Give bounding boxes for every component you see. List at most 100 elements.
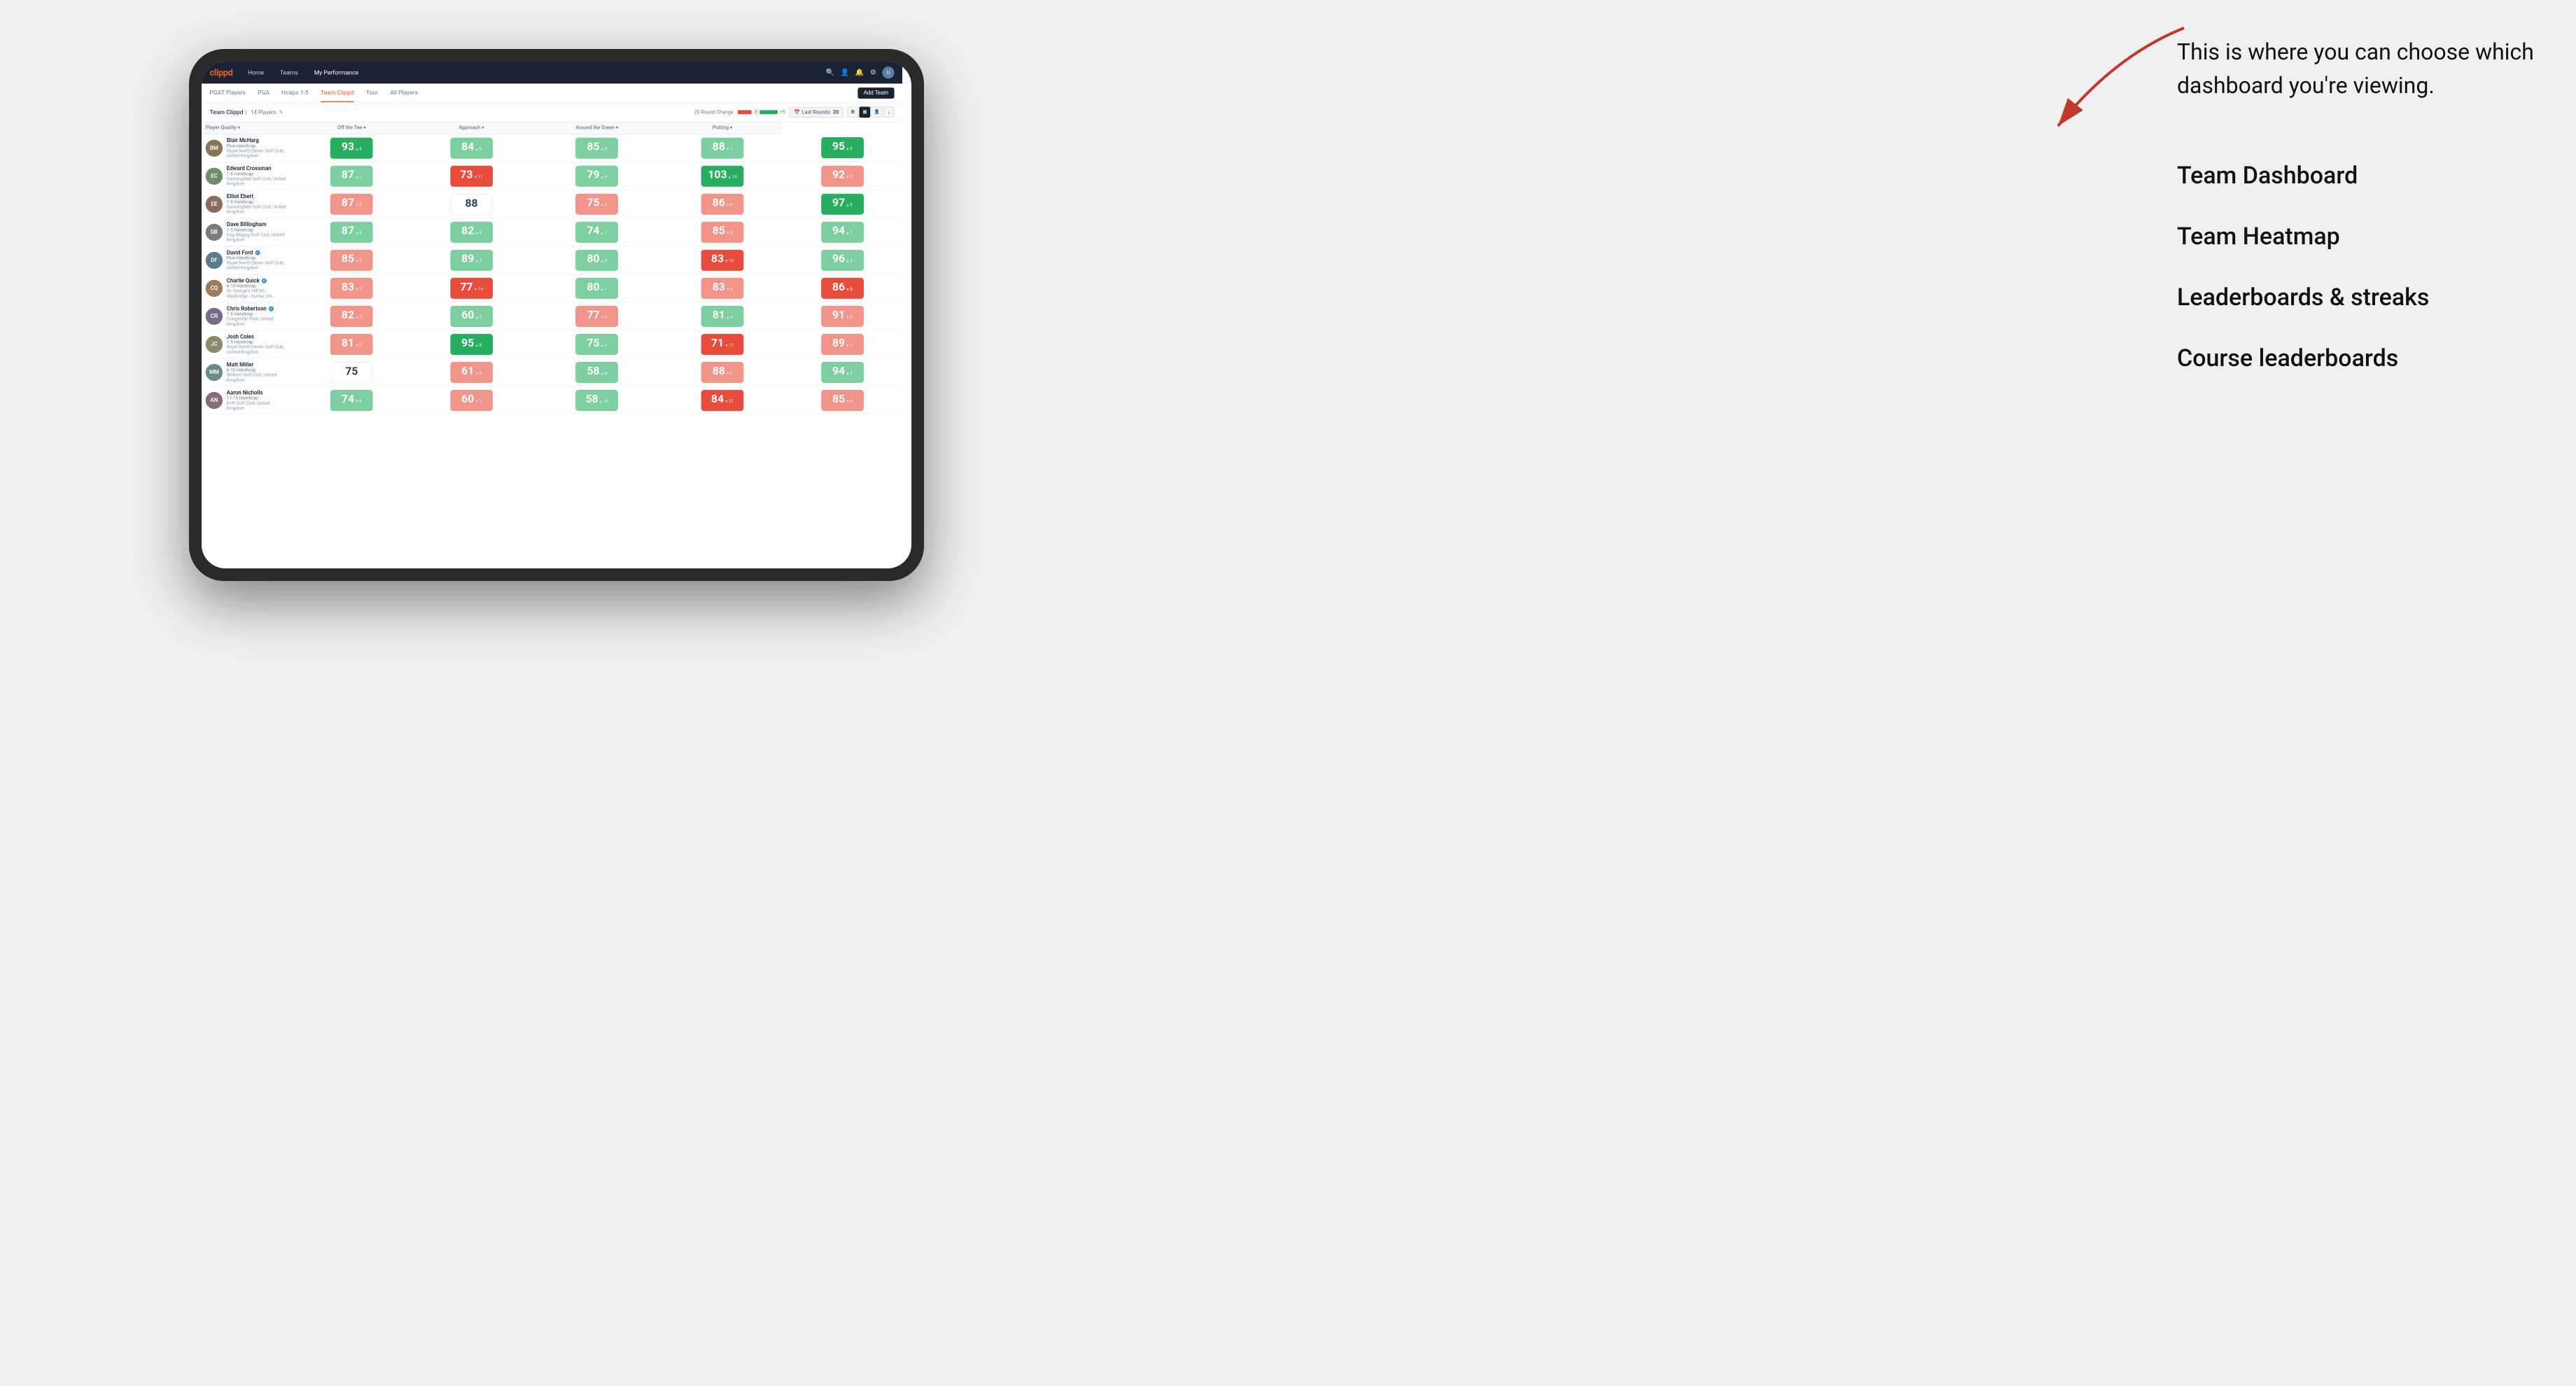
player-name: Aaron Nicholls — [227, 389, 288, 396]
table-row[interactable]: JCJosh Coles1-5 HandicapRoyal North Devo… — [202, 330, 902, 358]
table-row[interactable]: CQCharlie Quick✓6-10 HandicapSt. George'… — [202, 274, 902, 302]
table-row[interactable]: BMBlair McHargPlus HandicapRoyal North D… — [202, 134, 902, 162]
player-cell: BMBlair McHargPlus HandicapRoyal North D… — [202, 134, 292, 162]
player-name: David Ford✓ — [227, 249, 288, 255]
score-around-green: 853 — [663, 218, 783, 246]
view-player-icon[interactable]: 👤 — [872, 106, 883, 118]
table-row[interactable]: ANAaron Nicholls11-15 HandicapDrift Golf… — [202, 386, 902, 414]
player-avatar: CQ — [206, 279, 223, 296]
arrow-up-icon — [475, 230, 479, 235]
view-toggle-icons: ⊞ ▦ 👤 ↓ — [847, 106, 894, 118]
col-header-off-tee[interactable]: Off the Tee ▾ — [292, 122, 412, 134]
col-header-approach[interactable]: Approach ▾ — [412, 122, 531, 134]
nav-link-performance[interactable]: My Performance — [311, 67, 361, 78]
score-value: 89 — [832, 337, 845, 349]
score-value: 85 — [587, 141, 599, 153]
arrow-up-icon — [846, 146, 849, 151]
score-approach: 741 — [531, 218, 662, 246]
score-box: 923 — [821, 165, 864, 186]
table-row[interactable]: DFDavid Ford✓Plus HandicapRoyal North De… — [202, 246, 902, 274]
score-change: 1 — [355, 174, 361, 179]
score-box: 75 — [330, 362, 373, 383]
score-change: 14 — [474, 286, 483, 291]
table-row[interactable]: EEElliot Ebert1-5 HandicapSunningdale Go… — [202, 190, 902, 218]
dashboard-option-leaderboards: Leaderboards & streaks — [2177, 280, 2541, 316]
col-header-around-green[interactable]: Around the Green ▾ — [531, 122, 662, 134]
arrow-up-icon — [475, 314, 479, 319]
subnav-all-players[interactable]: All Players — [390, 83, 418, 102]
score-box: 941 — [821, 221, 864, 242]
player-info: David Ford✓Plus HandicapRoyal North Devo… — [227, 249, 288, 271]
table-row[interactable]: MMMatt Miller6-10 HandicapWoburn Golf Cl… — [202, 358, 902, 386]
last-rounds-button[interactable]: 📅 Last Rounds: 20 — [790, 107, 844, 118]
player-name: Edward Crossman — [227, 165, 288, 172]
arrow-down-icon — [724, 258, 728, 263]
nav-link-teams[interactable]: Teams — [277, 67, 301, 78]
score-box: 741 — [575, 221, 618, 242]
view-grid-icon[interactable]: ⊞ — [847, 106, 858, 118]
score-player-quality: 813 — [292, 330, 412, 358]
score-box: 803 — [575, 249, 618, 270]
add-team-button[interactable]: Add Team — [858, 88, 894, 99]
subnav-tour[interactable]: Tour — [366, 83, 378, 102]
player-avatar: EE — [206, 195, 223, 212]
score-box: 814 — [701, 306, 744, 327]
score-around-green: 8310 — [663, 246, 783, 274]
score-box: 88 — [450, 193, 493, 214]
subnav-hcaps[interactable]: Hcaps 1-5 — [281, 83, 309, 102]
player-cell: MMMatt Miller6-10 HandicapWoburn Golf Cl… — [202, 358, 292, 386]
score-change: 3 — [601, 314, 607, 319]
subnav-pga[interactable]: PGA — [258, 83, 270, 102]
table-row[interactable]: CRChris Robertson✓1-5 HandicapCraigmilla… — [202, 302, 902, 330]
bell-icon[interactable]: 🔔 — [855, 69, 864, 76]
score-box: 7311 — [450, 165, 493, 186]
arrow-up-icon — [355, 174, 358, 179]
subnav-team-clippd[interactable]: Team Clippd — [321, 83, 354, 102]
arrow-up-icon — [599, 399, 603, 404]
view-download-icon[interactable]: ↓ — [883, 106, 895, 118]
round-change-label: 20 Round Change — [694, 109, 733, 115]
search-icon[interactable]: 🔍 — [826, 69, 834, 76]
score-value: 74 — [587, 225, 599, 237]
nav-link-home[interactable]: Home — [245, 67, 267, 78]
arrow-down-icon — [475, 371, 479, 376]
user-icon[interactable]: 👤 — [841, 69, 849, 76]
score-change: 2 — [475, 314, 482, 319]
player-info: Chris Robertson✓1-5 HandicapCraigmillar … — [227, 305, 288, 327]
score-value: 91 — [832, 309, 845, 321]
arrow-down-icon — [355, 286, 358, 291]
team-player-count: 14 Players — [251, 109, 276, 115]
score-value: 93 — [342, 141, 354, 153]
score-putting: 943 — [783, 358, 902, 386]
subnav-pgat[interactable]: PGAT Players — [209, 83, 245, 102]
player-handicap: 6-10 Handicap — [227, 284, 288, 288]
view-table-icon[interactable]: ▦ — [860, 106, 871, 118]
table-row[interactable]: DBDave Billingham1-5 HandicapGog Magog G… — [202, 218, 902, 246]
player-avatar: MM — [206, 364, 223, 381]
arrow-down-icon — [475, 399, 479, 404]
score-change: 4 — [726, 314, 732, 319]
verified-badge: ✓ — [255, 250, 260, 255]
dashboard-option-team: Team Dashboard — [2177, 158, 2541, 194]
score-value: 77 — [460, 281, 472, 293]
player-club: Royal North Devon Golf Club, United King… — [227, 345, 288, 355]
score-player-quality: 934 — [292, 134, 412, 162]
table-row[interactable]: ECEdward Crossman1-5 HandicapSunningdale… — [202, 162, 902, 190]
col-header-player[interactable]: Player Quality ▾ — [202, 122, 292, 134]
bar-negative — [737, 110, 751, 114]
arrow-down-icon — [726, 230, 729, 235]
score-off-tee: 824 — [412, 218, 531, 246]
nav-icons: 🔍 👤 🔔 ⚙ U — [826, 66, 895, 78]
score-value: 82 — [461, 225, 474, 237]
score-box: 8421 — [701, 390, 744, 411]
settings-icon[interactable]: ⚙ — [870, 69, 876, 76]
score-box: 943 — [821, 362, 864, 383]
annotation-intro: This is where you can choose which dashb… — [2177, 35, 2541, 102]
score-change: 4 — [475, 230, 482, 235]
edit-team-icon[interactable]: ✎ — [279, 109, 284, 115]
user-avatar[interactable]: U — [882, 66, 894, 78]
col-header-putting[interactable]: Putting ▾ — [663, 122, 783, 134]
player-cell: ANAaron Nicholls11-15 HandicapDrift Golf… — [202, 386, 292, 414]
score-around-green: 836 — [663, 274, 783, 302]
score-value: 75 — [587, 337, 599, 349]
